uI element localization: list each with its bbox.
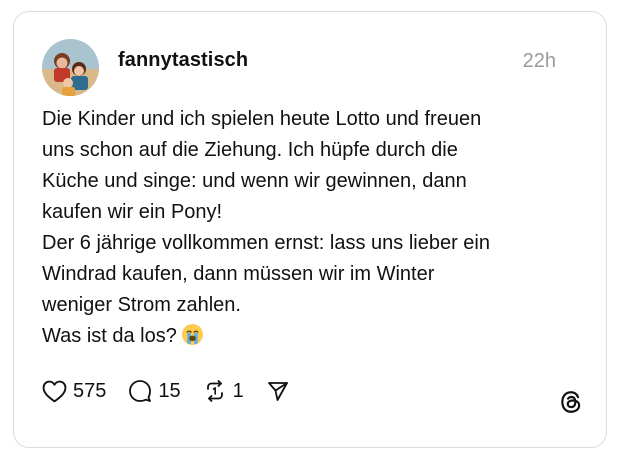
post-line: weniger Strom zahlen.	[42, 294, 241, 316]
avatar[interactable]	[42, 39, 99, 96]
share-button[interactable]	[266, 379, 290, 403]
action-bar: 575 15 1	[42, 378, 312, 404]
post-line: kaufen wir ein Pony!	[42, 201, 223, 223]
reply-button[interactable]: 15	[128, 379, 181, 403]
post-line: Windrad kaufen, dann müssen wir im Winte…	[42, 263, 435, 285]
post-card: fannytastisch 22h Die Kinder und ich spi…	[13, 11, 607, 448]
post-last-line: Was ist da los?	[42, 321, 582, 356]
timestamp: 22h	[522, 50, 556, 72]
repost-button[interactable]: 1	[203, 379, 244, 403]
post-line: Der 6 jährige vollkommen ernst: lass uns…	[42, 232, 490, 254]
post-line: Küche und singe: und wenn wir gewinnen, …	[42, 170, 467, 192]
crying-face-emoji	[181, 323, 204, 356]
repost-icon	[203, 379, 227, 403]
post-line-text: Was ist da los?	[42, 325, 177, 347]
post-line: Die Kinder und ich spielen heute Lotto u…	[42, 108, 482, 130]
reply-count: 15	[158, 379, 181, 402]
like-button[interactable]: 575	[42, 380, 106, 403]
post-text: Die Kinder und ich spielen heute Lotto u…	[42, 104, 582, 356]
threads-logo-icon	[558, 389, 584, 420]
like-count: 575	[73, 379, 107, 402]
heart-icon	[42, 380, 67, 403]
repost-count: 1	[232, 379, 244, 402]
send-icon	[266, 379, 290, 403]
post-line: uns schon auf die Ziehung. Ich hüpfe dur…	[42, 139, 458, 161]
comment-bubble-icon	[128, 379, 152, 403]
username[interactable]: fannytastisch	[118, 49, 248, 72]
